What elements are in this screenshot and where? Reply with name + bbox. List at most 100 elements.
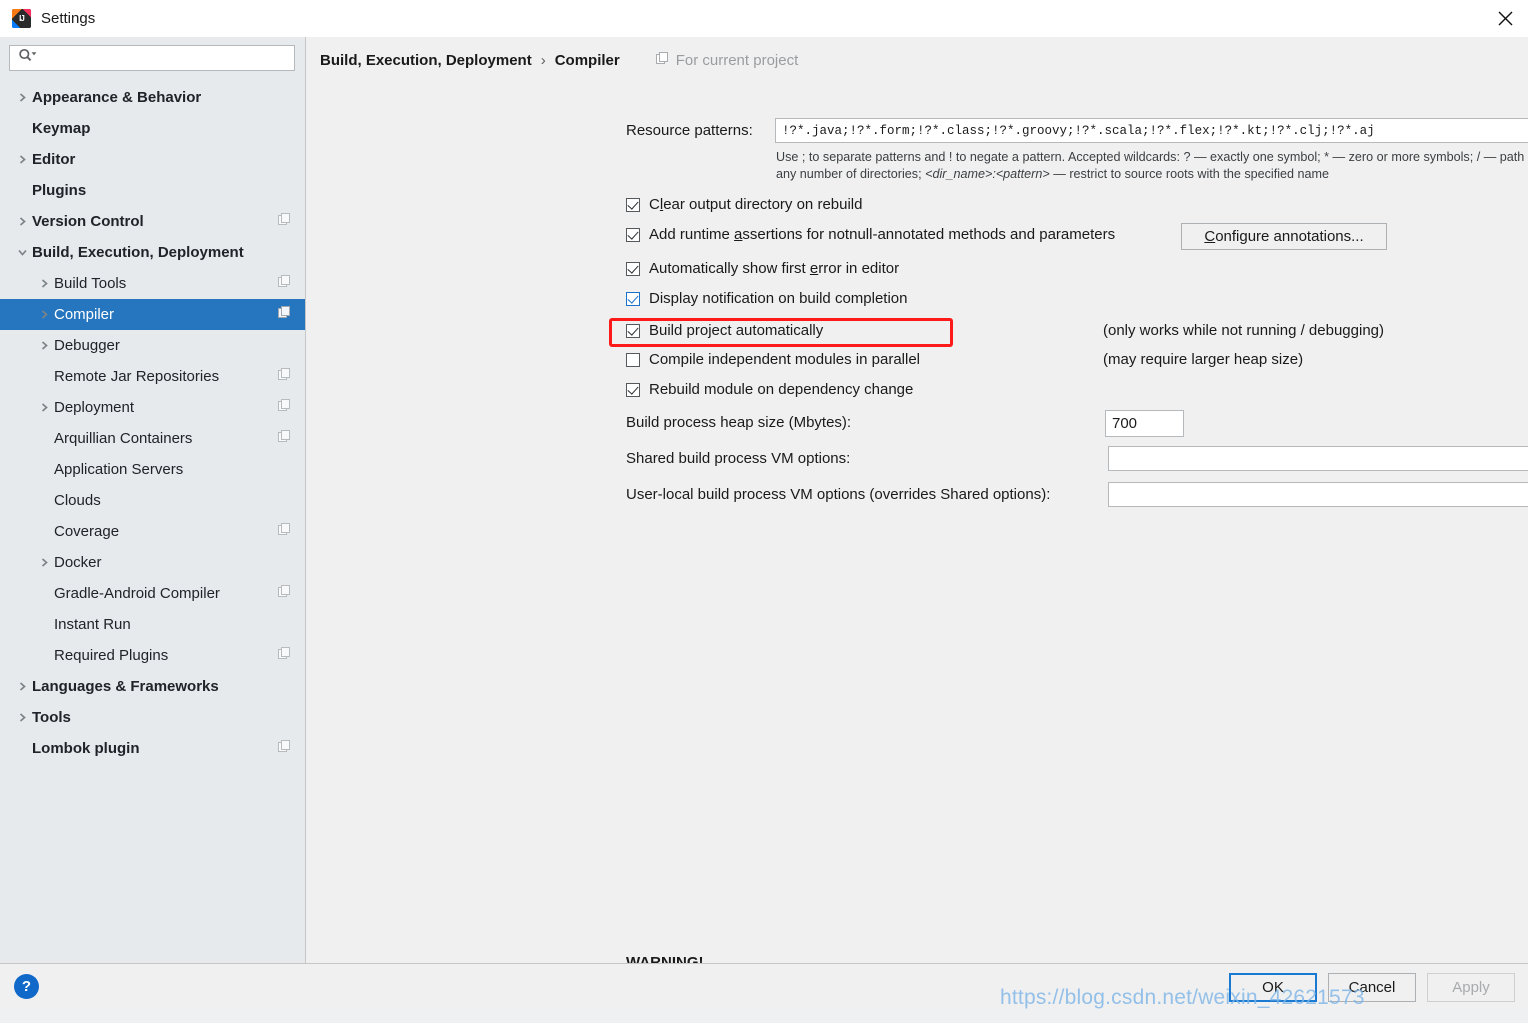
search-input[interactable] <box>41 47 294 69</box>
sidebar-item-label: Remote Jar Repositories <box>54 368 220 385</box>
project-scope-icon <box>655 52 669 69</box>
breadcrumb: Build, Execution, Deployment › Compiler … <box>320 52 798 69</box>
checkbox-rebuild-module-on-dependency-change[interactable] <box>626 382 640 397</box>
breadcrumb-separator: › <box>540 52 546 69</box>
sidebar-item-instant-run[interactable]: Instant Run <box>0 609 305 640</box>
chevron-right-icon[interactable] <box>12 154 32 165</box>
apply-button[interactable]: Apply <box>1427 973 1515 1002</box>
checkbox-row-clear-output-directory-on-rebuild[interactable]: Clear output directory on rebuild <box>626 196 862 213</box>
ok-button[interactable]: OK <box>1229 973 1317 1002</box>
chevron-down-icon[interactable] <box>12 247 32 258</box>
checkbox-automatically-show-first-error-in-editor[interactable] <box>626 261 640 276</box>
sidebar-item-deployment[interactable]: Deployment <box>0 392 305 423</box>
sidebar-item-lombok-plugin[interactable]: Lombok plugin <box>0 733 305 764</box>
checkbox-row-rebuild-module-on-dependency-change[interactable]: Rebuild module on dependency change <box>626 381 913 398</box>
input-build-process-heap-size-mbytes[interactable] <box>1106 411 1183 436</box>
checkbox-display-notification-on-build-completion[interactable] <box>626 291 640 306</box>
field-label-user-local-build-process-vm-options-overrides-shared-options: User-local build process VM options (ove… <box>626 486 1051 503</box>
intellij-idea-icon: IJ <box>12 9 31 28</box>
project-scope-icon <box>278 306 291 323</box>
sidebar-item-compiler[interactable]: Compiler <box>0 299 305 330</box>
sidebar-item-label: Application Servers <box>54 461 184 478</box>
sidebar-item-arquillian-containers[interactable]: Arquillian Containers <box>0 423 305 454</box>
checkbox-hint-compile-independent-modules-in-parallel: (may require larger heap size) <box>1103 351 1304 368</box>
field-label-build-process-heap-size-mbytes: Build process heap size (Mbytes): <box>626 414 852 431</box>
checkbox-row-add-runtime-assertions-for-notnull-annotated-methods-and-parameters[interactable]: Add runtime assertions for notnull-annot… <box>626 226 1115 243</box>
chevron-right-icon[interactable] <box>34 557 54 568</box>
sidebar-item-label: Deployment <box>54 399 135 416</box>
input-shared-build-process-vm-options[interactable] <box>1109 447 1528 470</box>
checkbox-row-display-notification-on-build-completion[interactable]: Display notification on build completion <box>626 290 907 307</box>
sidebar-item-editor[interactable]: Editor <box>0 144 305 175</box>
sidebar-item-label: Required Plugins <box>54 647 169 664</box>
sidebar-item-build-execution-deployment[interactable]: Build, Execution, Deployment <box>0 237 305 268</box>
sidebar-item-gradle-android-compiler[interactable]: Gradle-Android Compiler <box>0 578 305 609</box>
resource-patterns-label: Resource patterns: <box>626 122 753 139</box>
project-scope-icon <box>278 430 291 447</box>
chevron-right-icon[interactable] <box>34 309 54 320</box>
cancel-button[interactable]: Cancel <box>1328 973 1416 1002</box>
chevron-right-icon[interactable] <box>34 278 54 289</box>
sidebar-item-application-servers[interactable]: Application Servers <box>0 454 305 485</box>
breadcrumb-current: Compiler <box>554 52 620 69</box>
checkbox-row-automatically-show-first-error-in-editor[interactable]: Automatically show first error in editor <box>626 260 899 277</box>
sidebar-item-debugger[interactable]: Debugger <box>0 330 305 361</box>
sidebar-item-label: Keymap <box>32 120 91 137</box>
breadcrumb-parent[interactable]: Build, Execution, Deployment <box>320 52 532 69</box>
sidebar-item-label: Lombok plugin <box>32 740 140 757</box>
help-line-2: any number of directories; <dir_name>:<p… <box>776 166 1528 183</box>
sidebar-item-coverage[interactable]: Coverage <box>0 516 305 547</box>
search-container <box>0 37 305 77</box>
configure-annotations-button[interactable]: Configure annotations... <box>1181 223 1387 250</box>
help-icon[interactable]: ? <box>14 974 39 999</box>
project-scope-icon <box>278 275 291 292</box>
checkbox-label: Display notification on build completion <box>649 290 908 307</box>
sidebar-item-docker[interactable]: Docker <box>0 547 305 578</box>
checkbox-label: Automatically show first error in editor <box>649 260 900 277</box>
resource-patterns-field[interactable] <box>775 118 1528 143</box>
search-box[interactable] <box>9 45 295 71</box>
sidebar-item-required-plugins[interactable]: Required Plugins <box>0 640 305 671</box>
sidebar-item-build-tools[interactable]: Build Tools <box>0 268 305 299</box>
search-icon <box>18 48 37 68</box>
checkbox-clear-output-directory-on-rebuild[interactable] <box>626 197 640 212</box>
field-user-local-build-process-vm-options-overrides-shared-options[interactable] <box>1108 482 1528 507</box>
sidebar-item-keymap[interactable]: Keymap <box>0 113 305 144</box>
sidebar-item-label: Version Control <box>32 213 144 230</box>
sidebar-item-label: Appearance & Behavior <box>32 89 202 106</box>
close-icon[interactable] <box>1482 0 1528 37</box>
sidebar-item-label: Tools <box>32 709 71 726</box>
sidebar-item-languages-frameworks[interactable]: Languages & Frameworks <box>0 671 305 702</box>
sidebar-item-label: Debugger <box>54 337 120 354</box>
input-user-local-build-process-vm-options-overrides-shared-options[interactable] <box>1109 483 1528 506</box>
project-scope-icon <box>278 647 291 664</box>
sidebar-item-plugins[interactable]: Plugins <box>0 175 305 206</box>
field-build-process-heap-size-mbytes[interactable] <box>1105 410 1184 437</box>
checkbox-build-project-automatically[interactable] <box>626 323 640 338</box>
field-label-shared-build-process-vm-options: Shared build process VM options: <box>626 450 851 467</box>
field-shared-build-process-vm-options[interactable] <box>1108 446 1528 471</box>
checkbox-row-build-project-automatically[interactable]: Build project automatically <box>626 322 823 339</box>
chevron-right-icon[interactable] <box>12 92 32 103</box>
resource-patterns-help: Use ; to separate patterns and ! to nega… <box>776 149 1528 183</box>
checkbox-label: Compile independent modules in parallel <box>649 351 921 368</box>
chevron-right-icon[interactable] <box>12 681 32 692</box>
chevron-right-icon[interactable] <box>34 402 54 413</box>
sidebar-item-clouds[interactable]: Clouds <box>0 485 305 516</box>
resource-patterns-input[interactable] <box>776 120 1528 141</box>
help-line-2-post: — restrict to source roots with the spec… <box>1049 167 1330 181</box>
settings-dialog: IJ Settings Appearance & Behavior Keymap… <box>0 0 1528 1009</box>
checkbox-row-compile-independent-modules-in-parallel[interactable]: Compile independent modules in parallel <box>626 351 920 368</box>
chevron-right-icon[interactable] <box>12 712 32 723</box>
dialog-body: Appearance & Behavior Keymap Editor Plugins… <box>0 37 1528 963</box>
checkbox-compile-independent-modules-in-parallel[interactable] <box>626 352 640 367</box>
project-scope-icon <box>278 213 291 230</box>
sidebar-item-tools[interactable]: Tools <box>0 702 305 733</box>
sidebar-item-version-control[interactable]: Version Control <box>0 206 305 237</box>
chevron-right-icon[interactable] <box>34 340 54 351</box>
chevron-right-icon[interactable] <box>12 216 32 227</box>
sidebar-item-appearance-behavior[interactable]: Appearance & Behavior <box>0 82 305 113</box>
checkbox-add-runtime-assertions-for-notnull-annotated-methods-and-parameters[interactable] <box>626 227 640 242</box>
sidebar-item-label: Build, Execution, Deployment <box>32 244 244 261</box>
sidebar-item-remote-jar-repositories[interactable]: Remote Jar Repositories <box>0 361 305 392</box>
